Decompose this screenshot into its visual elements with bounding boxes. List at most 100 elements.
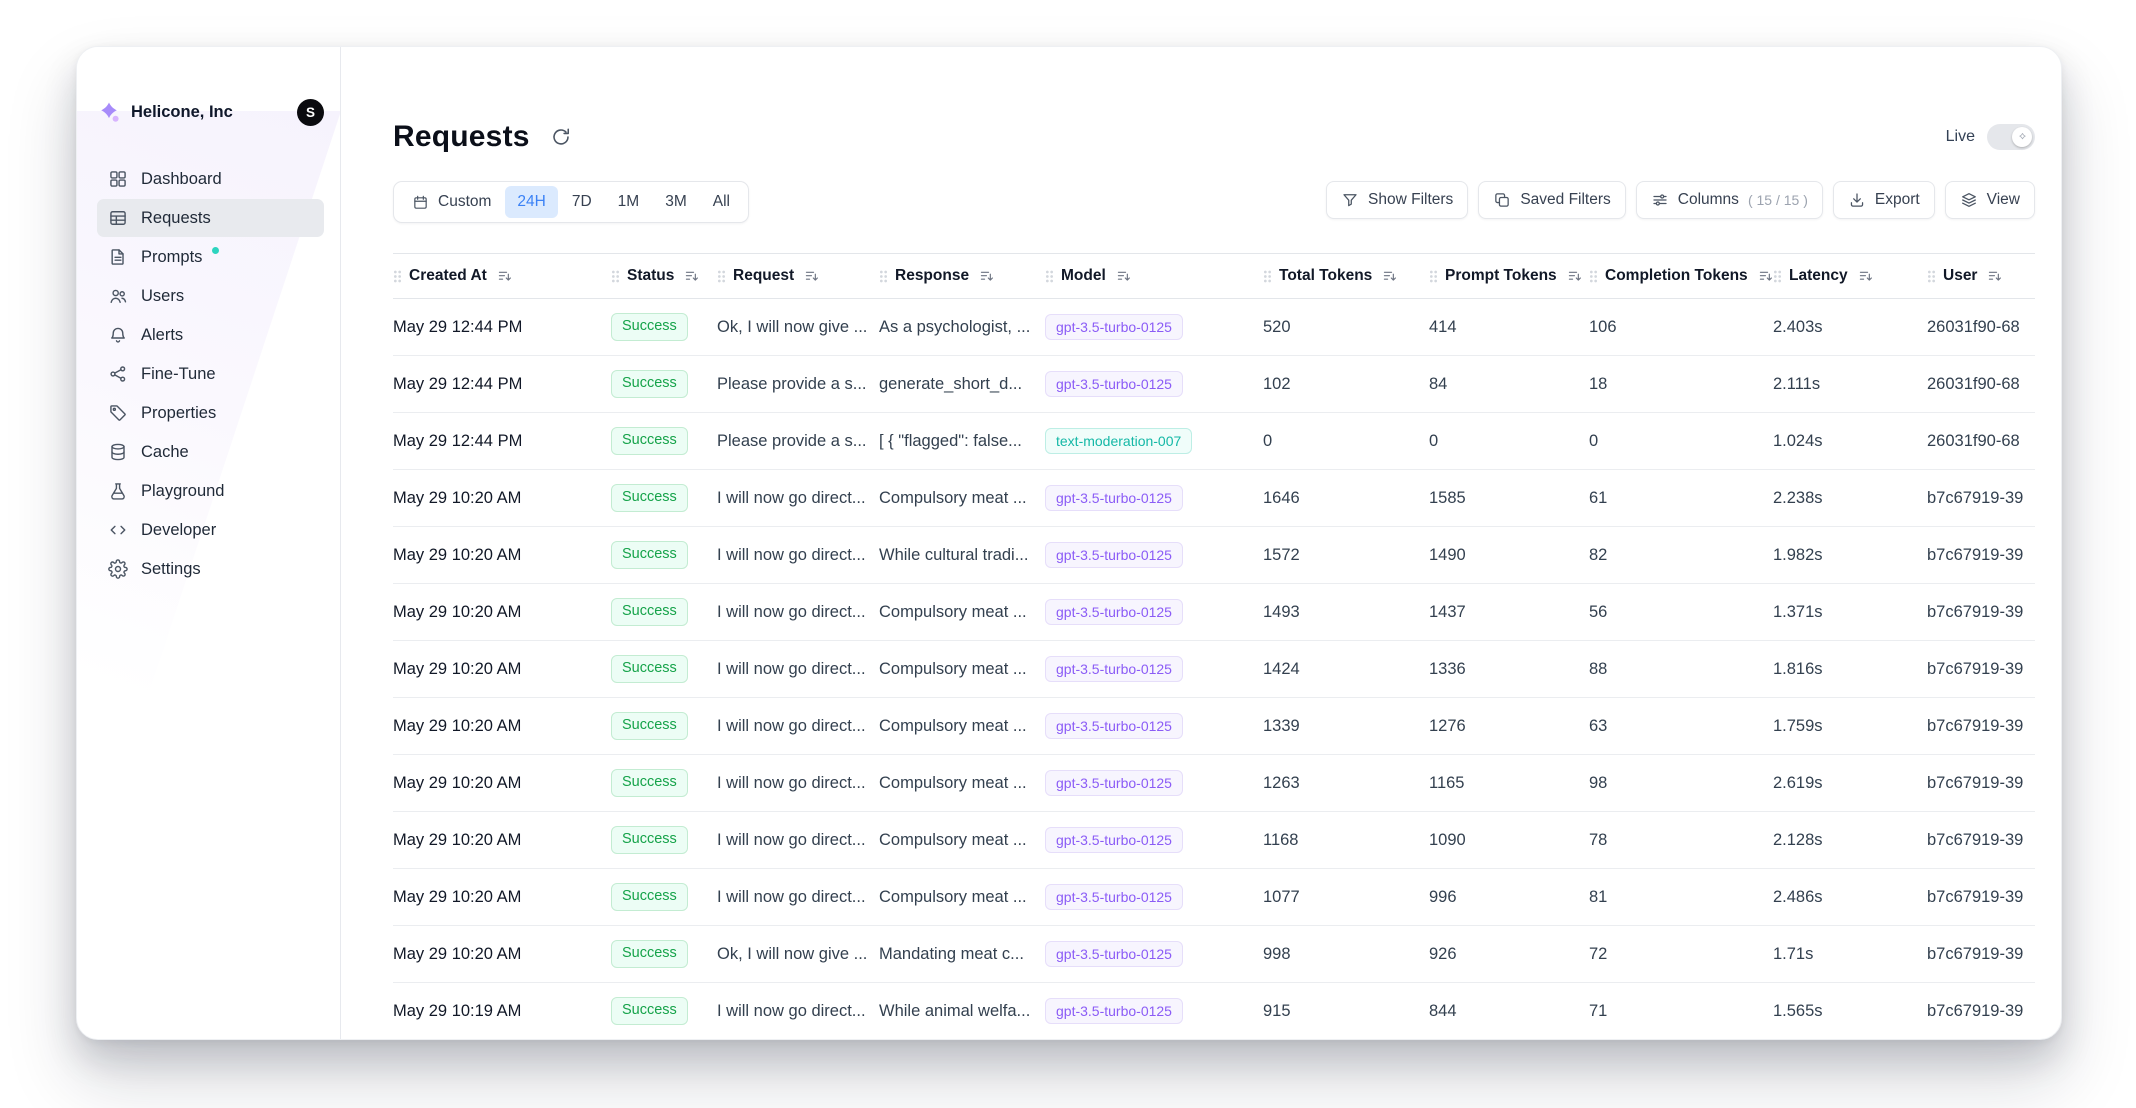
cell-status: Success (611, 299, 717, 356)
toolbar-button-label: Columns (1678, 191, 1739, 209)
time-range-3m[interactable]: 3M (653, 186, 699, 218)
sidebar-item-label: Prompts (141, 248, 202, 267)
sort-icon[interactable] (1758, 268, 1773, 284)
sort-icon[interactable] (684, 268, 700, 284)
toolbar-button-saved-filters[interactable]: Saved Filters (1478, 181, 1625, 219)
sidebar-item-label: Properties (141, 404, 216, 423)
column-header-label: Completion Tokens (1605, 267, 1748, 285)
columns-icon (1651, 191, 1669, 209)
sort-icon[interactable] (1987, 268, 2003, 284)
cell-total-tokens: 998 (1263, 926, 1429, 983)
column-header-model[interactable]: Model (1045, 253, 1263, 299)
sidebar-item-playground[interactable]: Playground (97, 472, 324, 510)
sidebar-item-alerts[interactable]: Alerts (97, 316, 324, 354)
cell-total-tokens: 1263 (1263, 755, 1429, 812)
column-header-latency[interactable]: Latency (1773, 253, 1927, 299)
cell-latency: 1.816s (1773, 641, 1927, 698)
toolbar-button-view[interactable]: View (1945, 181, 2035, 219)
sort-icon[interactable] (1858, 268, 1874, 284)
cell-created-at: May 29 10:19 AM (393, 983, 611, 1039)
toolbar-button-export[interactable]: Export (1833, 181, 1935, 219)
drag-handle-icon[interactable] (1263, 269, 1272, 284)
drag-handle-icon[interactable] (879, 269, 888, 284)
cell-status: Success (611, 641, 717, 698)
org-switcher[interactable]: Helicone, Inc S (97, 99, 324, 126)
status-badge: Success (611, 883, 688, 910)
sidebar-item-settings[interactable]: Settings (97, 550, 324, 588)
settings-icon (108, 559, 128, 579)
column-header-label: Response (895, 267, 969, 285)
live-toggle[interactable] (1987, 124, 2035, 150)
sidebar-item-label: Alerts (141, 326, 183, 345)
sidebar-item-users[interactable]: Users (97, 277, 324, 315)
cell-total-tokens: 1424 (1263, 641, 1429, 698)
cell-model: gpt-3.5-turbo-0125 (1045, 641, 1263, 698)
filter-row: Custom24H7D1M3MAll Show Filters Saved Fil… (393, 181, 2035, 223)
sidebar-item-requests[interactable]: Requests (97, 199, 324, 237)
drag-handle-icon[interactable] (1589, 269, 1598, 284)
cell-latency: 2.403s (1773, 299, 1927, 356)
sidebar-item-developer[interactable]: Developer (97, 511, 324, 549)
cache-icon (108, 442, 128, 462)
cell-response: As a psychologist, ... (879, 299, 1045, 356)
sidebar-item-properties[interactable]: Properties (97, 394, 324, 432)
column-header-response[interactable]: Response (879, 253, 1045, 299)
drag-handle-icon[interactable] (1773, 269, 1782, 284)
status-badge: Success (611, 313, 688, 340)
time-range-1m[interactable]: 1M (606, 186, 652, 218)
sort-icon[interactable] (1382, 268, 1398, 284)
column-header-total-tokens[interactable]: Total Tokens (1263, 253, 1429, 299)
refresh-button[interactable] (550, 126, 572, 148)
sidebar-item-dashboard[interactable]: Dashboard (97, 160, 324, 198)
sort-icon[interactable] (1567, 268, 1583, 284)
column-header-completion-tokens[interactable]: Completion Tokens (1589, 253, 1773, 299)
cell-latency: 2.486s (1773, 869, 1927, 926)
cell-prompt-tokens: 0 (1429, 413, 1589, 470)
sidebar-item-fine-tune[interactable]: Fine-Tune (97, 355, 324, 393)
drag-handle-icon[interactable] (1927, 269, 1936, 284)
drag-handle-icon[interactable] (611, 269, 620, 284)
columns-count: ( 15 / 15 ) (1748, 192, 1808, 208)
requests-table-grid: Created At Status Request Response ModelTota… (393, 253, 2035, 1039)
cell-prompt-tokens: 1490 (1429, 527, 1589, 584)
sidebar-item-cache[interactable]: Cache (97, 433, 324, 471)
toolbar: Show Filters Saved Filters Columns ( 15 / 1… (1326, 181, 2035, 219)
sidebar-item-prompts[interactable]: Prompts (97, 238, 324, 276)
time-range-24h[interactable]: 24H (505, 186, 557, 218)
column-header-label: Status (627, 267, 674, 285)
sort-icon[interactable] (804, 268, 820, 284)
sort-icon[interactable] (979, 268, 995, 284)
toolbar-button-columns[interactable]: Columns ( 15 / 15 ) (1636, 181, 1823, 219)
drag-handle-icon[interactable] (393, 269, 402, 284)
cell-prompt-tokens: 1165 (1429, 755, 1589, 812)
column-header-user[interactable]: User (1927, 253, 2035, 299)
sort-icon[interactable] (497, 268, 513, 284)
column-header-status[interactable]: Status (611, 253, 717, 299)
custom-range-button[interactable]: Custom (400, 186, 503, 218)
view-icon (1960, 191, 1978, 209)
cell-completion-tokens: 61 (1589, 470, 1773, 527)
cell-status: Success (611, 470, 717, 527)
cell-status: Success (611, 413, 717, 470)
avatar[interactable]: S (297, 99, 324, 126)
column-header-created-at[interactable]: Created At (393, 253, 611, 299)
cell-model: gpt-3.5-turbo-0125 (1045, 812, 1263, 869)
sidebar-item-label: Dashboard (141, 170, 222, 189)
toolbar-button-label: View (1987, 191, 2020, 209)
drag-handle-icon[interactable] (717, 269, 726, 284)
time-range-all[interactable]: All (701, 186, 742, 218)
time-range-group: Custom24H7D1M3MAll (393, 181, 749, 223)
cell-prompt-tokens: 844 (1429, 983, 1589, 1039)
cell-total-tokens: 915 (1263, 983, 1429, 1039)
sort-icon[interactable] (1116, 268, 1132, 284)
time-range-7d[interactable]: 7D (560, 186, 604, 218)
drag-handle-icon[interactable] (1429, 269, 1438, 284)
drag-handle-icon[interactable] (1045, 269, 1054, 284)
column-header-request[interactable]: Request (717, 253, 879, 299)
cell-total-tokens: 0 (1263, 413, 1429, 470)
toolbar-button-show-filters[interactable]: Show Filters (1326, 181, 1468, 219)
new-indicator-dot (212, 247, 219, 254)
toolbar-button-label: Saved Filters (1520, 191, 1610, 209)
cell-total-tokens: 1168 (1263, 812, 1429, 869)
column-header-prompt-tokens[interactable]: Prompt Tokens (1429, 253, 1589, 299)
